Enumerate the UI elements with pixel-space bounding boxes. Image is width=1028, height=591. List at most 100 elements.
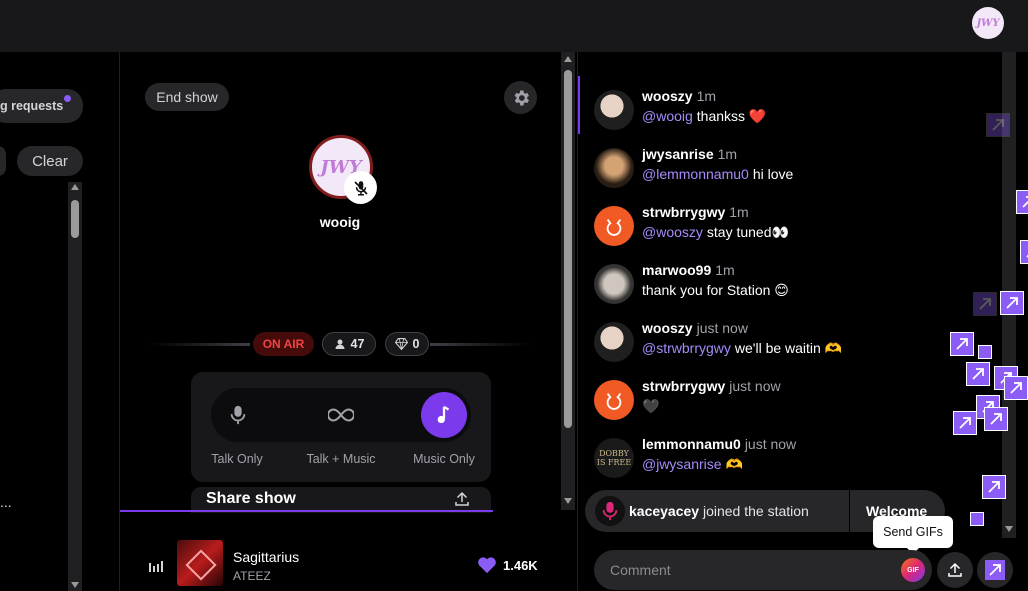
divider-accent <box>120 510 493 512</box>
message-text: stay tuned👀 <box>706 224 789 240</box>
infinity-icon <box>328 408 354 422</box>
avatar[interactable] <box>594 148 634 188</box>
avatar[interactable] <box>594 380 634 420</box>
boost-reaction-icon <box>986 113 1010 137</box>
show-mode-selector: Talk Only Talk + Music Music Only <box>191 372 491 482</box>
boost-icon <box>985 560 1005 580</box>
chat-message[interactable]: marwoo99 1m thank you for Station 😊 <box>594 262 994 312</box>
upload-button[interactable] <box>937 552 973 588</box>
boost-reaction-icon <box>1020 240 1028 264</box>
like-button[interactable]: 1.46K <box>477 556 538 574</box>
username[interactable]: wooszy <box>642 88 693 104</box>
stage-panel: End show JWY wooig ON AIR 47 0 Talk Only… <box>120 52 560 591</box>
timestamp: 1m <box>729 204 749 220</box>
message-text: we'll be waitin 🫶 <box>734 340 843 356</box>
notification-dot <box>64 95 71 102</box>
filter-pill[interactable] <box>0 146 6 176</box>
clear-button[interactable]: Clear <box>17 146 83 176</box>
mention[interactable]: @jwysanrise <box>642 456 722 472</box>
scroll-down-icon[interactable] <box>71 582 79 588</box>
timestamp: 1m <box>696 88 717 104</box>
boost-reaction-icon <box>982 475 1006 499</box>
left-panel: g requests Clear ... <box>0 52 120 591</box>
join-message: kaceyacey joined the station <box>629 503 809 519</box>
timestamp: 1m <box>717 146 738 162</box>
username[interactable]: strwbrrygwy <box>642 204 725 220</box>
cat-logo-icon <box>606 219 622 236</box>
scrollbar-thumb[interactable] <box>564 70 572 428</box>
album-art[interactable] <box>177 540 223 586</box>
avatar[interactable] <box>594 264 634 304</box>
mention[interactable]: @strwbrrygwy <box>642 340 731 356</box>
avatar[interactable] <box>594 206 634 246</box>
message-text: thank you for Station 😊 <box>642 282 789 298</box>
boost-reaction-icon <box>1004 376 1028 400</box>
comment-input[interactable] <box>610 550 890 590</box>
scroll-down-icon[interactable] <box>564 498 572 504</box>
avatar[interactable]: DOBBY IS FREE <box>594 438 634 478</box>
timestamp: just now <box>696 320 748 336</box>
gem-count-value: 0 <box>412 337 420 351</box>
left-scrollbar[interactable] <box>68 182 82 591</box>
username[interactable]: lemmonnamu0 <box>642 436 741 452</box>
chat-panel: wooszy 1m @wooig thankss ❤️ jwysanrise 1m @… <box>577 52 1028 591</box>
user-avatar[interactable]: JWY <box>972 7 1004 39</box>
joined-username[interactable]: kaceyacey <box>629 503 699 519</box>
music-only-label: Music Only <box>413 452 475 466</box>
music-note-icon <box>437 405 450 424</box>
username[interactable]: wooszy <box>642 320 693 336</box>
music-only-button[interactable] <box>421 392 467 438</box>
stage-scrollbar[interactable] <box>561 52 575 510</box>
now-playing-bar: Sagittarius ATEEZ 1.46K <box>120 532 560 591</box>
boost-button[interactable] <box>977 552 1013 588</box>
boost-reaction-icon <box>1000 291 1024 315</box>
scroll-down-icon[interactable] <box>1005 526 1013 532</box>
boost-reaction-icon <box>984 407 1008 431</box>
mic-off-icon <box>353 180 368 195</box>
gear-icon <box>514 90 529 105</box>
chat-message[interactable]: strwbrrygwy 1m @wooszy stay tuned👀 <box>594 204 994 254</box>
song-artist: ATEEZ <box>233 569 271 583</box>
chat-message[interactable]: wooszy just now @strwbrrygwy we'll be wait… <box>594 320 994 370</box>
mention[interactable]: @lemmonnamu0 <box>642 166 749 182</box>
chat-message[interactable]: jwysanrise 1m @lemmonnamu0 hi love <box>594 146 994 196</box>
scrollbar-thumb[interactable] <box>71 200 79 238</box>
message-text: 🖤 <box>642 398 660 414</box>
mode-track <box>211 388 471 442</box>
send-gifs-tooltip: Send GIFs <box>873 516 953 554</box>
listener-count[interactable]: 47 <box>322 332 376 356</box>
joined-user-avatar[interactable] <box>595 496 625 526</box>
mention[interactable]: @wooszy <box>642 224 703 240</box>
talk-only-button[interactable] <box>215 392 261 438</box>
song-requests-label: g requests <box>0 99 64 113</box>
scroll-up-icon[interactable] <box>71 184 79 190</box>
divider <box>430 343 530 346</box>
chat-message[interactable]: DOBBY IS FREE lemmonnamu0 just now @jwysa… <box>594 436 994 486</box>
username[interactable]: marwoo99 <box>642 262 711 278</box>
comment-box: GIF <box>594 550 932 590</box>
top-bar: JWY <box>0 0 1028 52</box>
chat-message[interactable]: wooszy 1m @wooig thankss ❤️ <box>594 88 994 138</box>
song-requests-tab[interactable]: g requests <box>0 89 83 123</box>
heart-icon <box>478 557 496 574</box>
username[interactable]: strwbrrygwy <box>642 378 725 394</box>
mic-muted-badge <box>344 171 377 204</box>
settings-button[interactable] <box>504 81 537 114</box>
share-show-label: Share show <box>206 490 296 507</box>
on-air-badge: ON AIR <box>253 332 314 356</box>
gem-count[interactable]: 0 <box>385 332 429 356</box>
end-show-button[interactable]: End show <box>145 83 229 111</box>
username[interactable]: jwysanrise <box>642 146 714 162</box>
talk-music-button[interactable] <box>318 392 364 438</box>
talk-music-label: Talk + Music <box>306 452 376 466</box>
scroll-up-icon[interactable] <box>564 56 572 62</box>
avatar[interactable] <box>594 90 634 130</box>
selected-message-indicator <box>578 76 580 134</box>
boost-reaction-icon <box>966 362 990 386</box>
mention[interactable]: @wooig <box>642 108 693 124</box>
chat-message[interactable]: strwbrrygwy just now 🖤 <box>594 378 994 428</box>
message-text: hi love <box>752 166 794 182</box>
listener-count-value: 47 <box>350 337 365 351</box>
avatar[interactable] <box>594 322 634 362</box>
gif-button[interactable]: GIF <box>901 558 925 582</box>
